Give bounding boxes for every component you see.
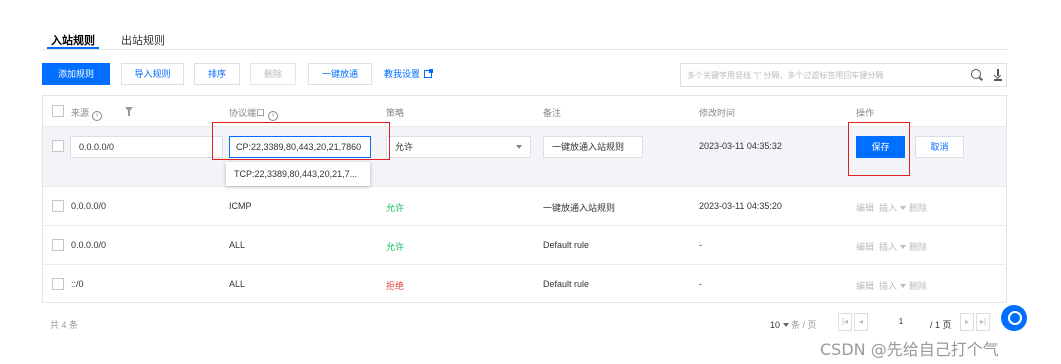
- delete-link[interactable]: 删除: [909, 203, 927, 213]
- policy-cell: 允许: [386, 242, 405, 252]
- header-policy: 策略: [386, 108, 405, 118]
- row-checkbox[interactable]: [52, 278, 64, 290]
- protocol-cell: ICMP: [229, 201, 252, 211]
- tab-inbound[interactable]: 入站规则: [47, 32, 99, 49]
- row-checkbox[interactable]: [52, 239, 64, 251]
- total-count: 共 4 条: [50, 320, 79, 330]
- policy-select-value: 允许: [395, 142, 414, 152]
- filter-icon[interactable]: [125, 107, 133, 116]
- edit-link[interactable]: 编辑: [856, 281, 874, 291]
- header-protocol: 协议端口 i: [229, 106, 279, 121]
- header-source: 来源 i: [71, 106, 103, 121]
- page-size-select[interactable]: 10 条 / 页: [770, 318, 817, 331]
- delete-link[interactable]: 删除: [909, 242, 927, 252]
- row-checkbox[interactable]: [52, 200, 64, 212]
- row-checkbox[interactable]: [52, 140, 64, 152]
- tutorial-link[interactable]: 教我设置: [384, 63, 434, 85]
- delete-button[interactable]: 删除: [250, 63, 296, 85]
- tab-outbound[interactable]: 出站规则: [121, 32, 165, 48]
- remark-cell: Default rule: [543, 279, 590, 289]
- modified-cell: -: [699, 240, 702, 250]
- modified-cell: -: [699, 279, 702, 289]
- prev-page-icon[interactable]: ◂: [854, 313, 868, 331]
- protocol-cell: ALL: [229, 279, 246, 289]
- chevron-down-icon[interactable]: [900, 206, 907, 210]
- edit-link[interactable]: 编辑: [856, 203, 874, 213]
- chevron-down-icon[interactable]: [900, 245, 907, 249]
- chevron-down-icon[interactable]: [900, 284, 907, 288]
- add-rule-button[interactable]: 添加规则: [42, 63, 110, 85]
- page-size-unit: 条 / 页: [791, 320, 817, 330]
- edit-link[interactable]: 编辑: [856, 242, 874, 252]
- chevron-down-icon: [516, 145, 522, 149]
- insert-link[interactable]: 插入: [879, 242, 897, 252]
- watermark: CSDN @先给自己打个气: [820, 340, 999, 359]
- page-input[interactable]: 1: [876, 313, 926, 331]
- policy-cell: 允许: [386, 203, 405, 213]
- chevron-down-icon: [782, 323, 789, 327]
- select-all-checkbox[interactable]: [52, 105, 64, 117]
- tutorial-label: 教我设置: [384, 69, 421, 79]
- row-actions: 编辑 插入 删除: [856, 279, 927, 292]
- modified-cell: 2023-03-11 04:35:20: [699, 201, 782, 211]
- sort-button[interactable]: 排序: [194, 63, 240, 85]
- row-actions: 编辑 插入 删除: [856, 201, 927, 214]
- source-input[interactable]: 0.0.0.0/0: [70, 136, 223, 158]
- source-cell: ::/0: [71, 279, 84, 289]
- cancel-button[interactable]: 取消: [915, 136, 964, 158]
- autocomplete-suggestion[interactable]: TCP:22,3389,80,443,20,21,7...: [226, 162, 370, 186]
- search-icon[interactable]: [971, 69, 981, 79]
- insert-link[interactable]: 插入: [879, 203, 897, 213]
- table-row: 0.0.0.0/0 ALL 允许 Default rule - 编辑 插入 删除: [43, 226, 1006, 265]
- header-remark: 备注: [543, 108, 562, 118]
- policy-select[interactable]: 允许: [386, 136, 531, 158]
- highlight-box-protocol: [212, 122, 390, 160]
- search-input[interactable]: [687, 64, 959, 86]
- policy-cell: 拒绝: [386, 281, 405, 291]
- protocol-cell: ALL: [229, 240, 246, 250]
- search-box: [680, 63, 1007, 87]
- highlight-box-save: [848, 122, 910, 176]
- source-cell: 0.0.0.0/0: [71, 240, 107, 250]
- external-link-icon: [424, 69, 434, 78]
- help-chat-icon[interactable]: [1001, 305, 1027, 331]
- table-row: 0.0.0.0/0 ICMP 允许 一键放通入站规则 2023-03-11 04…: [43, 187, 1006, 226]
- table-row: ::/0 ALL 拒绝 Default rule - 编辑 插入 删除: [43, 265, 1006, 303]
- allow-all-button[interactable]: 一键放通: [308, 63, 372, 85]
- delete-link[interactable]: 删除: [909, 281, 927, 291]
- last-page-icon[interactable]: ▸|: [976, 313, 990, 331]
- help-icon[interactable]: i: [92, 111, 103, 121]
- page-total: / 1 页: [930, 320, 952, 330]
- help-icon[interactable]: i: [268, 111, 279, 121]
- next-page-icon[interactable]: ▸: [960, 313, 974, 331]
- header-modified: 修改时间: [699, 108, 736, 118]
- row-actions: 编辑 插入 删除: [856, 240, 927, 253]
- modified-time: 2023-03-11 04:35:32: [699, 141, 782, 151]
- insert-link[interactable]: 插入: [879, 281, 897, 291]
- first-page-icon[interactable]: |◂: [838, 313, 852, 331]
- remark-cell: Default rule: [543, 240, 590, 250]
- rule-tabs: 入站规则 出站规则: [42, 24, 1007, 50]
- source-cell: 0.0.0.0/0: [71, 201, 107, 211]
- import-rules-button[interactable]: 导入规则: [121, 63, 184, 85]
- remark-input[interactable]: 一键放通入站规则: [543, 136, 643, 158]
- download-icon[interactable]: [993, 68, 1003, 82]
- remark-cell: 一键放通入站规则: [543, 203, 616, 213]
- header-actions: 操作: [856, 108, 875, 118]
